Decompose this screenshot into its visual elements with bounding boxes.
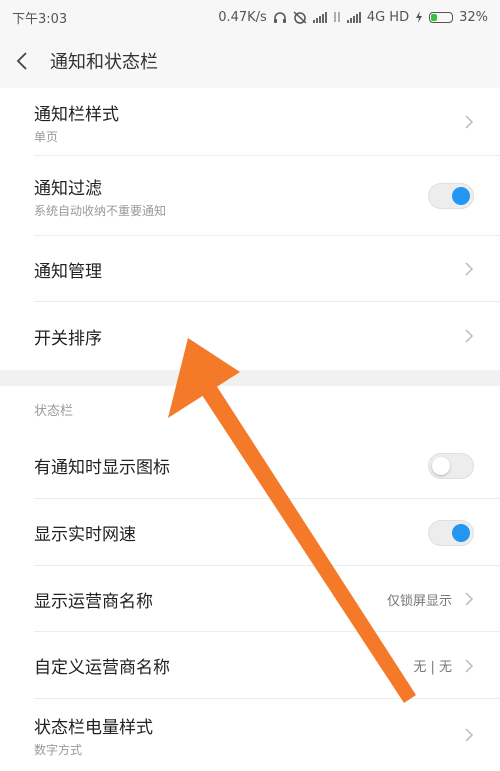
chevron-right-icon [464, 658, 474, 674]
row-sub: 单页 [34, 129, 59, 144]
signal-icon [312, 11, 327, 23]
row-notification-management[interactable]: 通知管理 [0, 236, 500, 302]
back-button[interactable] [16, 52, 40, 70]
charging-icon [416, 11, 423, 23]
status-bar: 下午3:03 0.47K/s 4G HD 32% [0, 0, 500, 34]
chevron-right-icon [464, 261, 474, 277]
row-custom-carrier[interactable]: 自定义运营商名称 无 | 无 [0, 632, 500, 699]
row-label: 开关排序 [34, 328, 102, 349]
toggle-knob [452, 187, 470, 205]
settings-list: 通知栏样式单页 通知过滤系统自动收纳不重要通知 通知管理 开关排序 状态栏 有通… [0, 88, 500, 771]
show-icons-toggle[interactable] [428, 452, 474, 479]
chevron-right-icon [464, 328, 474, 344]
row-label: 显示实时网速 [34, 525, 136, 545]
row-battery-style[interactable]: 状态栏电量样式数字方式 [0, 699, 500, 771]
row-toggle-order[interactable]: 开关排序 [0, 302, 500, 370]
network-speed: 0.47K/s [218, 9, 267, 25]
page-header: 通知和状态栏 [0, 34, 500, 88]
battery-icon [429, 11, 454, 23]
toggle-knob [452, 523, 470, 542]
row-carrier-name[interactable]: 显示运营商名称 仅锁屏显示 [0, 566, 500, 632]
row-label: 状态栏电量样式 [34, 717, 153, 738]
back-arrow-icon [16, 52, 27, 70]
notification-filter-toggle[interactable] [428, 183, 474, 209]
row-notification-style[interactable]: 通知栏样式 单页 [0, 88, 500, 156]
headphone-icon [273, 11, 286, 23]
row-network-speed[interactable]: 显示实时网速 [0, 499, 500, 566]
row-sub: 数字方式 [34, 742, 83, 757]
section-gap [0, 370, 500, 386]
row-value: 仅锁屏显示 [386, 593, 452, 609]
chevron-right-icon [464, 591, 474, 607]
row-value: 无 | 无 [413, 660, 452, 675]
row-notification-filter[interactable]: 通知过滤系统自动收纳不重要通知 [0, 156, 500, 236]
row-label: 通知过滤 [34, 178, 102, 199]
chevron-right-icon [464, 727, 474, 743]
notification-group: 通知栏样式单页 通知过滤系统自动收纳不重要通知 通知管理 开关排序 [0, 88, 500, 370]
data-transfer-icon [334, 12, 340, 22]
row-label: 自定义运营商名称 [34, 658, 170, 678]
status-icons: 0.47K/s 4G HD 32% [218, 10, 488, 25]
status-time: 下午3:03 [12, 11, 68, 27]
section-title: 状态栏 [0, 386, 500, 432]
battery-fill [431, 13, 438, 21]
alarm-off-icon [293, 10, 307, 24]
row-label: 显示运营商名称 [34, 591, 153, 612]
toggle-knob [432, 456, 450, 475]
network-type: 4G HD [366, 9, 410, 25]
status-bar-group: 状态栏 有通知时显示图标 显示实时网速 显示运营商名称 仅锁屏显示 自定义运营商… [0, 386, 500, 771]
row-sub: 系统自动收纳不重要通知 [34, 203, 167, 218]
row-label: 通知栏样式 [34, 104, 119, 125]
page-title: 通知和状态栏 [50, 52, 158, 73]
row-label: 有通知时显示图标 [34, 458, 170, 478]
chevron-right-icon [464, 114, 474, 130]
signal-icon-2 [346, 11, 361, 23]
network-speed-toggle[interactable] [428, 519, 474, 546]
battery-percent: 32% [459, 9, 488, 25]
row-show-icons[interactable]: 有通知时显示图标 [0, 432, 500, 499]
row-label: 通知管理 [34, 261, 102, 282]
